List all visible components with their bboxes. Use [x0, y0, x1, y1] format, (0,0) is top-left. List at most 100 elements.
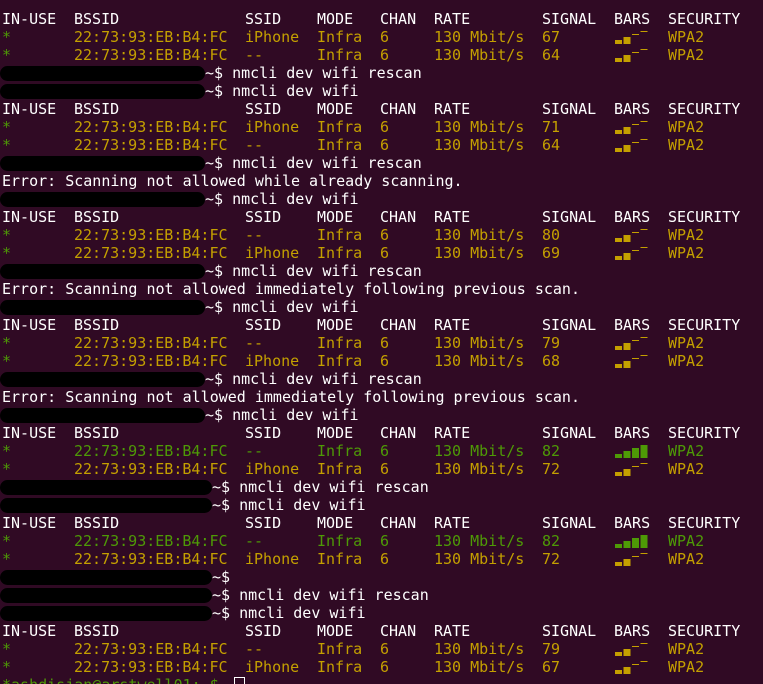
cell-bssid: 22:73:93:EB:B4:FC — [74, 352, 228, 370]
header-chan: CHAN — [380, 424, 417, 442]
cell-ssid: iPhone — [245, 352, 300, 370]
cell-mode: Infra — [317, 640, 363, 658]
prompt-line: ~$ nmcli dev wifi — [0, 406, 763, 424]
cell-security: WPA2 — [668, 550, 705, 568]
signal-bars-icon — [614, 354, 650, 368]
header-in-use: IN-USE — [2, 208, 57, 226]
terminal-window[interactable]: IN-USE BSSID SSID MODE CHAN RATE SIGNAL … — [0, 0, 763, 684]
signal-bar-empty — [640, 661, 648, 662]
cell-signal: 79 — [542, 334, 561, 352]
prompt-line: ~$ nmcli dev wifi rescan — [0, 370, 763, 388]
cell-in-use: * — [2, 550, 12, 568]
signal-bar-empty — [640, 355, 648, 356]
prompt-line: ~$ nmcli dev wifi — [0, 82, 763, 100]
header-rate: RATE — [434, 316, 471, 334]
signal-bar-empty — [640, 247, 648, 248]
error-line: Error: Scanning not allowed while alread… — [0, 172, 763, 190]
cell-in-use: * — [2, 28, 12, 46]
cell-chan: 6 — [380, 46, 390, 64]
redacted-username — [0, 156, 205, 171]
cell-rate: 130 Mbit/s — [434, 640, 525, 658]
header-bars: BARS — [614, 424, 651, 442]
signal-bar-filled — [640, 445, 648, 458]
cell-chan: 6 — [380, 28, 390, 46]
header-mode: MODE — [317, 100, 354, 118]
prompt-suffix: ~$ — [212, 568, 231, 586]
header-chan: CHAN — [380, 208, 417, 226]
signal-bar-filled — [615, 346, 622, 350]
header-signal: SIGNAL — [542, 100, 597, 118]
command-text: nmcli dev wifi rescan — [239, 586, 429, 604]
cell-ssid: iPhone — [245, 118, 300, 136]
cell-bssid: 22:73:93:EB:B4:FC — [74, 46, 228, 64]
signal-bar-filled — [615, 670, 622, 674]
cell-security: WPA2 — [668, 460, 705, 478]
cell-rate: 130 Mbit/s — [434, 658, 525, 676]
cell-chan: 6 — [380, 136, 390, 154]
header-mode: MODE — [317, 424, 354, 442]
prompt-suffix: ~$ — [205, 82, 224, 100]
wifi-row: * 22:73:93:EB:B4:FC iPhone Infra 6 130 Mbit/s… — [0, 352, 763, 370]
signal-bar-empty — [632, 358, 639, 359]
signal-bar-filled — [615, 472, 622, 476]
header-security: SECURITY — [668, 208, 741, 226]
cell-ssid: -- — [245, 136, 264, 154]
cell-in-use: * — [2, 136, 12, 154]
cell-rate: 130 Mbit/s — [434, 352, 525, 370]
table-header-3: IN-USE BSSID SSID MODE CHAN RATE SIGNAL … — [0, 208, 763, 226]
header-ssid: SSID — [245, 424, 282, 442]
prompt-line: ~$ nmcli dev wifi rescan — [0, 154, 763, 172]
header-signal: SIGNAL — [542, 514, 597, 532]
cell-bssid: 22:73:93:EB:B4:FC — [74, 532, 228, 550]
signal-bar-empty — [632, 34, 639, 35]
command-text: nmcli dev wifi rescan — [232, 64, 422, 82]
cell-security: WPA2 — [668, 442, 705, 460]
header-bssid: BSSID — [74, 424, 120, 442]
signal-bar-empty — [640, 31, 648, 32]
header-bssid: BSSID — [74, 100, 120, 118]
cell-security: WPA2 — [668, 118, 705, 136]
header-in-use: IN-USE — [2, 100, 57, 118]
error-message: Error: Scanning not allowed immediately … — [2, 388, 580, 406]
cell-security: WPA2 — [668, 532, 705, 550]
wifi-row: * 22:73:93:EB:B4:FC -- Infra 6 130 Mbit/s 80 WP… — [0, 226, 763, 244]
signal-bar-filled — [623, 469, 631, 476]
cell-mode: Infra — [317, 460, 363, 478]
header-rate: RATE — [434, 208, 471, 226]
redacted-username — [0, 606, 212, 621]
prompt-line: ~$ nmcli dev wifi — [0, 190, 763, 208]
signal-bar-filled — [615, 364, 622, 368]
header-security: SECURITY — [668, 514, 741, 532]
signal-bars-icon — [614, 228, 650, 242]
wifi-row: * 22:73:93:EB:B4:FC iPhone Infra 6 130 Mbit/s… — [0, 550, 763, 568]
header-in-use: IN-USE — [2, 622, 57, 640]
signal-bar-filled — [623, 649, 631, 656]
header-mode: MODE — [317, 208, 354, 226]
signal-bars-icon — [614, 246, 650, 260]
cell-mode: Infra — [317, 532, 363, 550]
cell-security: WPA2 — [668, 658, 705, 676]
signal-bar-filled — [615, 58, 622, 62]
terminal-cursor[interactable] — [234, 676, 245, 684]
cell-signal: 80 — [542, 226, 561, 244]
error-line: Error: Scanning not allowed immediately … — [0, 280, 763, 298]
cell-in-use: * — [2, 640, 12, 658]
prompt-line: ~$ nmcli dev wifi rescan — [0, 64, 763, 82]
cell-signal: 67 — [542, 658, 561, 676]
wifi-row: * 22:73:93:EB:B4:FC -- Infra 6 130 Mbit/s 79 WP… — [0, 640, 763, 658]
cell-bssid: 22:73:93:EB:B4:FC — [74, 118, 228, 136]
wifi-row: * 22:73:93:EB:B4:FC -- Infra 6 130 Mbit/s 82 WP… — [0, 442, 763, 460]
header-in-use: IN-USE — [2, 316, 57, 334]
cell-bssid: 22:73:93:EB:B4:FC — [74, 136, 228, 154]
cell-rate: 130 Mbit/s — [434, 226, 525, 244]
prompt-line: ~$ nmcli dev wifi rescan — [0, 262, 763, 280]
signal-bar-empty — [640, 121, 648, 122]
header-bars: BARS — [614, 316, 651, 334]
cell-ssid: iPhone — [245, 550, 300, 568]
redacted-username — [0, 570, 212, 585]
cell-ssid: iPhone — [245, 28, 300, 46]
signal-bar-empty — [632, 124, 639, 125]
cell-chan: 6 — [380, 550, 390, 568]
final-prompt-text: *ashdisjan@arstwell01:~$ — [2, 676, 219, 684]
cell-ssid: -- — [245, 442, 264, 460]
